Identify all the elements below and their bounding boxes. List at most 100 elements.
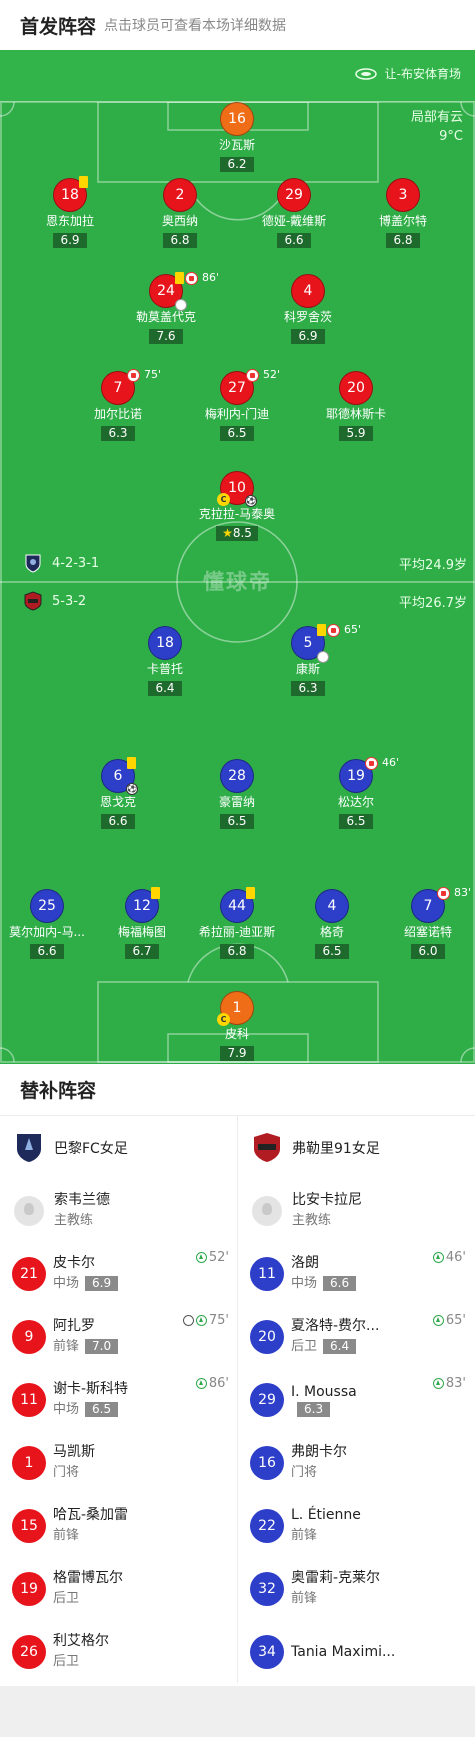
- player-blue-8[interactable]: 44 希拉丽-迪亚斯 6.8: [182, 887, 292, 959]
- away-formation: 5-3-2: [52, 593, 87, 609]
- sub-player[interactable]: 26 利艾格尔 后卫: [0, 1620, 237, 1683]
- home-coach[interactable]: 索韦兰德 主教练: [0, 1180, 237, 1242]
- player-blue-1[interactable]: 18 卡普托 6.4: [110, 626, 220, 696]
- player-red-3[interactable]: 2 奥西纳 6.8: [125, 178, 235, 248]
- player-position: 中场: [53, 1401, 80, 1417]
- player-rating: 6.3: [291, 681, 325, 696]
- player-red-11[interactable]: 10 C ⚽ 克拉拉-马泰奥 ★8.5: [182, 471, 292, 541]
- yellow-card-icon: [79, 176, 88, 188]
- player-blue-9[interactable]: 4 格奇 6.5: [277, 889, 387, 959]
- player-name: 绍塞诺特: [403, 925, 452, 939]
- away-subs-column: 弗勒里91女足 比安卡拉尼 主教练 11 洛朗 中场 6.6 46' 20 夏洛特-费…: [237, 1116, 474, 1683]
- sub-minute: 65': [344, 623, 362, 636]
- sub-player[interactable]: 16 弗朗卡尔门将: [238, 1431, 474, 1494]
- player-blue-3[interactable]: 6 ⚽ 恩戈克 6.6: [63, 757, 173, 829]
- sub-player[interactable]: 9 阿扎罗 前锋 7.0 75': [0, 1305, 237, 1368]
- player-blue-2[interactable]: 5 65' 康斯 6.3: [253, 623, 363, 696]
- player-blue-11[interactable]: 1C 皮科 7.9: [182, 991, 292, 1061]
- player-name: 皮科: [224, 1027, 249, 1041]
- home-team-row[interactable]: 巴黎FC女足: [0, 1116, 237, 1180]
- jersey-number: 29: [250, 1382, 284, 1417]
- sub-player[interactable]: 21 皮卡尔 中场 6.9 52': [0, 1242, 237, 1305]
- away-coach[interactable]: 比安卡拉尼 主教练: [238, 1180, 474, 1242]
- jersey-number: 5 65': [291, 623, 361, 663]
- sub-minute: 52': [263, 368, 281, 381]
- assist-boot-icon: [317, 651, 329, 663]
- jersey-number: 27 52': [220, 368, 280, 405]
- player-rating: 6.9: [85, 1276, 119, 1291]
- sub-in-icon: [195, 1378, 207, 1389]
- player-red-5[interactable]: 3 博盖尔特 6.8: [348, 178, 458, 248]
- pitch-header: 让-布安体育场: [0, 50, 475, 102]
- jersey-number: 26: [12, 1634, 46, 1669]
- player-name: 沙瓦斯: [218, 138, 255, 152]
- jersey-number: 6 ⚽: [101, 757, 138, 795]
- player-name: 利艾格尔: [53, 1632, 109, 1649]
- player-red-2[interactable]: 18 恩东加拉 6.9: [15, 176, 125, 248]
- player-name: 勒莫盖代克: [135, 310, 196, 324]
- sub-player[interactable]: 1 马凯斯 门将: [0, 1431, 237, 1494]
- player-rating: 6.9: [53, 233, 87, 248]
- sub-player[interactable]: 34 Tania Maximi...: [238, 1620, 474, 1683]
- player-rating: 6.5: [315, 944, 349, 959]
- jersey-number: 34: [250, 1634, 284, 1669]
- sub-player[interactable]: 19 格雷博瓦尔 后卫: [0, 1557, 237, 1620]
- player-name: 希拉丽-迪亚斯: [198, 925, 276, 939]
- jersey-number: 16: [250, 1445, 284, 1480]
- weather-temp: 9°C: [439, 129, 463, 144]
- player-blue-4[interactable]: 28 豪雷纳 6.5: [182, 759, 292, 829]
- player-red-8[interactable]: 7 75' 加尔比诺 6.3: [63, 368, 173, 441]
- jersey-number: 32: [250, 1571, 284, 1606]
- coach-avatar-icon: [252, 1196, 282, 1226]
- player-name: 耶德林斯卡: [325, 407, 386, 421]
- player-red-1[interactable]: 16 沙瓦斯 6.2: [182, 102, 292, 172]
- player-red-6[interactable]: 24 86' 勒莫盖代克 7.6: [111, 271, 221, 344]
- goal-ball-icon: [182, 1315, 194, 1326]
- player-name: 弗朗卡尔: [291, 1443, 347, 1460]
- away-formation-row: 5-3-2 平均26.7岁: [24, 591, 467, 611]
- player-position: 前锋: [291, 1590, 318, 1606]
- lineup-hint: 点击球员可查看本场详细数据: [104, 18, 287, 34]
- player-rating: 6.3: [101, 426, 135, 441]
- player-rating: 6.6: [30, 944, 64, 959]
- player-red-10[interactable]: 20 耶德林斯卡 5.9: [301, 371, 411, 441]
- jersey-number: 11: [250, 1256, 284, 1291]
- jersey-number: 1C: [217, 991, 254, 1026]
- jersey-number: 16: [220, 102, 254, 136]
- assist-boot-icon: [175, 299, 187, 311]
- player-position: 门将: [291, 1464, 318, 1480]
- player-position: 门将: [53, 1464, 80, 1480]
- player-position: 后卫: [53, 1590, 80, 1606]
- player-name: 奥西纳: [161, 214, 198, 228]
- jersey-number: 7 75': [101, 368, 161, 405]
- player-red-9[interactable]: 27 52' 梅利内-门迪 6.5: [182, 368, 292, 441]
- sub-player[interactable]: 20 夏洛特-费尔... 后卫 6.4 65': [238, 1305, 474, 1368]
- jersey-number: 20: [250, 1319, 284, 1354]
- sub-player[interactable]: 11 谢卡-斯科特 中场 6.5 86': [0, 1368, 237, 1431]
- player-name: 格奇: [319, 925, 344, 939]
- sub-player[interactable]: 32 奥雷莉-克莱尔 前锋: [238, 1557, 474, 1620]
- coach-role: 主教练: [292, 1213, 332, 1228]
- player-name: I. Moussa: [291, 1384, 357, 1400]
- player-rating: 6.8: [220, 944, 254, 959]
- jersey-number: 1: [12, 1445, 46, 1480]
- player-rating: 6.5: [220, 426, 254, 441]
- player-blue-5[interactable]: 19 46' 松达尔 6.5: [301, 756, 411, 829]
- goal-ball-icon: ⚽: [126, 783, 138, 795]
- home-avg-age: 平均24.9岁: [399, 557, 467, 573]
- player-red-7[interactable]: 4 科罗舍茨 6.9: [253, 274, 363, 344]
- player-position: 前锋: [291, 1527, 318, 1543]
- player-red-4[interactable]: 29 德娅-戴维斯 6.6: [239, 178, 349, 248]
- player-name: 加尔比诺: [93, 407, 142, 421]
- player-blue-10[interactable]: 7 83' 绍塞诺特 6.0: [373, 886, 475, 959]
- sub-player[interactable]: 22 L. Étienne 前锋: [238, 1494, 474, 1557]
- jersey-number: 19: [12, 1571, 46, 1606]
- player-rating: 6.4: [148, 681, 182, 696]
- player-rating: 6.4: [323, 1339, 357, 1354]
- away-team-row[interactable]: 弗勒里91女足: [238, 1116, 474, 1180]
- sub-player[interactable]: 29 I. Moussa 6.3 83': [238, 1368, 474, 1431]
- player-blue-7[interactable]: 12 梅福梅图 6.7: [87, 887, 197, 959]
- jersey-number: 3: [386, 178, 420, 212]
- sub-player[interactable]: 15 哈瓦-桑加雷 前锋: [0, 1494, 237, 1557]
- sub-player[interactable]: 11 洛朗 中场 6.6 46': [238, 1242, 474, 1305]
